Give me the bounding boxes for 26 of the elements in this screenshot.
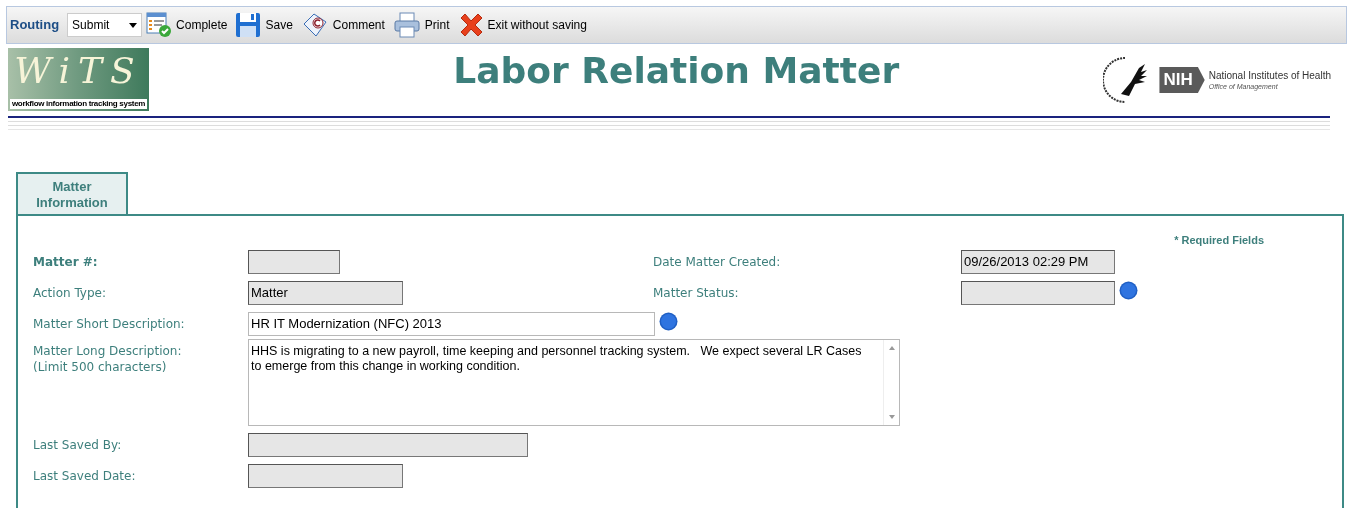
field-note: (Limit 500 characters) (33, 359, 168, 375)
routing-select[interactable]: Submit (67, 13, 143, 37)
nih-badge: NIH (1159, 67, 1205, 93)
field-label: Last Saved By: (33, 437, 123, 453)
textarea-text: HHS is migrating to a new payroll, time keeping and personnel tracking system. We expect several LR Cases to emerge from this change in working condition. (250, 343, 863, 375)
toolbar-button[interactable]: Comment (332, 16, 385, 34)
nih-name: National Institutes of Health (1208, 69, 1331, 82)
textarea-field[interactable]: HHS is migrating to a new payroll, time keeping and personnel tracking system. We expect several LR Cases to emerge from this change in working condition. (248, 339, 900, 426)
routing-label: Routing (10, 16, 60, 35)
logo-text: WiTS (14, 50, 143, 92)
field-label: Action Type: (33, 285, 107, 301)
toolbar-button[interactable]: Exit without saving (487, 16, 587, 34)
required-note: * Required Fields (1174, 233, 1264, 248)
field-label: Date Matter Created: (653, 254, 782, 270)
toolbar-button[interactable]: Complete (176, 16, 228, 34)
field-label: Matter Status: (653, 285, 740, 301)
logo-caption: workflow information tracking system (9, 99, 148, 109)
field-label: Matter #: (33, 254, 99, 270)
toolbar-button[interactable]: Save (265, 16, 293, 34)
field-label: Last Saved Date: (33, 468, 137, 484)
tab[interactable]: Matter Information (16, 172, 128, 216)
field-label: Matter Long Description: (33, 343, 183, 359)
toolbar-button[interactable]: Print (424, 16, 450, 34)
field-label: Matter Short Description: (33, 316, 186, 332)
input-field[interactable]: HR IT Modernization (NFC) 2013 (248, 312, 655, 336)
page-title: Labor Relation Matter (453, 49, 900, 93)
